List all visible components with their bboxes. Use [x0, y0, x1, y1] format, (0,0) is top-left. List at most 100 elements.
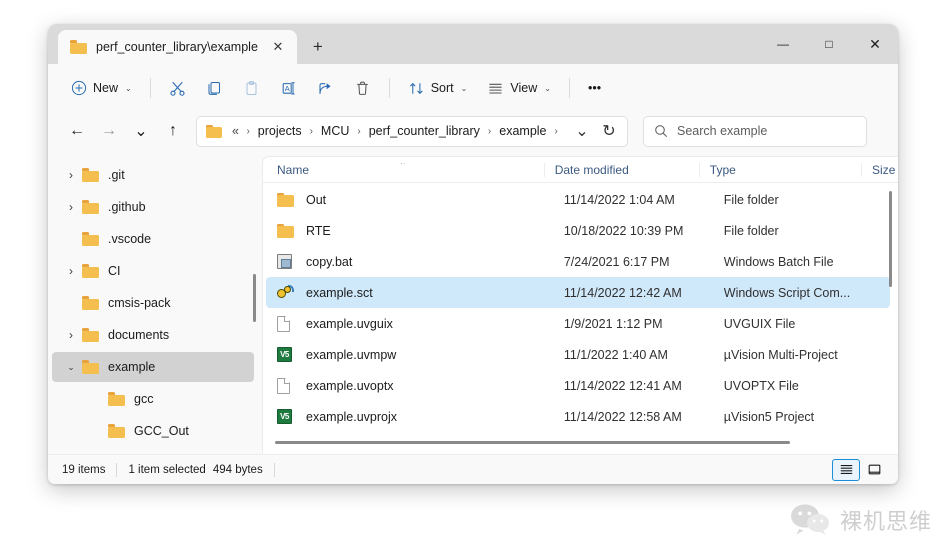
- file-type: UVGUIX File: [724, 317, 890, 331]
- table-row[interactable]: example.sct11/14/2022 12:42 AMWindows Sc…: [266, 277, 890, 308]
- address-dropdown-icon[interactable]: ⌄: [570, 119, 594, 143]
- sidebar-item-label: .github: [108, 200, 146, 214]
- table-row[interactable]: Out11/14/2022 1:04 AMFile folder: [266, 184, 890, 215]
- column-header-type[interactable]: Type: [699, 163, 861, 177]
- large-icons-view-toggle[interactable]: [860, 459, 888, 481]
- column-header-name[interactable]: Name ⌃: [277, 163, 544, 177]
- file-list-horizontal-scrollbar[interactable]: [263, 437, 886, 448]
- minimize-button[interactable]: —: [760, 24, 806, 64]
- wechat-watermark: 裸机思维: [790, 503, 932, 537]
- table-row[interactable]: RTE10/18/2022 10:39 PMFile folder: [266, 215, 890, 246]
- new-tab-button[interactable]: +: [303, 32, 333, 62]
- rename-button[interactable]: A: [271, 72, 306, 104]
- plus-circle-icon: [71, 80, 87, 96]
- folder-icon: [82, 360, 99, 374]
- chevron-down-icon[interactable]: ⌄: [60, 356, 82, 378]
- breadcrumb-example[interactable]: example: [496, 122, 549, 140]
- sort-button[interactable]: Sort ⌄: [399, 72, 477, 104]
- file-date-modified: 11/14/2022 1:04 AM: [564, 193, 724, 207]
- share-icon: [317, 80, 334, 97]
- breadcrumb-perf-counter-library[interactable]: perf_counter_library: [366, 122, 483, 140]
- file-list-vertical-scrollbar[interactable]: [885, 183, 896, 432]
- status-bar: 19 items 1 item selected 494 bytes: [48, 454, 898, 484]
- file-name: copy.bat: [306, 255, 564, 269]
- table-row[interactable]: example.uvguix1/9/2021 1:12 PMUVGUIX Fil…: [266, 308, 890, 339]
- back-button[interactable]: ←: [62, 116, 92, 146]
- column-header-date-modified[interactable]: Date modified: [544, 163, 699, 177]
- document-file-icon: [277, 316, 295, 332]
- search-box[interactable]: Search example: [643, 116, 867, 147]
- sidebar-item-ci[interactable]: ›CI: [52, 256, 254, 286]
- chevron-right-icon[interactable]: ›: [60, 164, 82, 186]
- sidebar-item-cmsis-pack[interactable]: cmsis-pack: [52, 288, 254, 318]
- sidebar-scrollbar[interactable]: [250, 156, 260, 454]
- address-bar[interactable]: « › projects › MCU › perf_counter_librar…: [196, 116, 628, 147]
- uvision-project-icon: V5: [277, 347, 295, 363]
- cut-button[interactable]: [160, 72, 195, 104]
- sidebar-item-example[interactable]: ⌄example: [52, 352, 254, 382]
- sidebar-item-git[interactable]: ›.git: [52, 160, 254, 190]
- breadcrumb-mcu[interactable]: MCU: [318, 122, 352, 140]
- divider: [389, 78, 390, 98]
- new-button-label: New: [93, 81, 118, 95]
- breadcrumb-projects[interactable]: projects: [255, 122, 305, 140]
- maximize-button[interactable]: □: [806, 24, 852, 64]
- folder-icon: [108, 424, 125, 438]
- divider: [150, 78, 151, 98]
- paste-button[interactable]: [234, 72, 269, 104]
- folder-icon: [277, 223, 295, 239]
- view-button-label: View: [510, 81, 537, 95]
- view-button[interactable]: View ⌄: [478, 72, 560, 104]
- sidebar-item-documents[interactable]: ›documents: [52, 320, 254, 350]
- watermark-text: 裸机思维: [840, 504, 932, 536]
- file-list-vertical-scrollbar-thumb[interactable]: [889, 191, 892, 287]
- table-row[interactable]: example.uvoptx11/14/2022 12:41 AMUVOPTX …: [266, 370, 890, 401]
- share-button[interactable]: [308, 72, 343, 104]
- sidebar-scrollbar-thumb[interactable]: [253, 274, 256, 322]
- table-row[interactable]: copy.bat7/24/2021 6:17 PMWindows Batch F…: [266, 246, 890, 277]
- delete-button[interactable]: [345, 72, 380, 104]
- chevron-right-icon[interactable]: ›: [60, 196, 82, 218]
- more-options-button[interactable]: •••: [579, 72, 610, 104]
- chevron-placeholder: [60, 228, 82, 250]
- sort-ascending-icon: ⌃: [399, 163, 407, 171]
- details-view-toggle[interactable]: [832, 459, 860, 481]
- file-type: µVision5 Project: [724, 410, 890, 424]
- file-list-horizontal-scrollbar-thumb[interactable]: [275, 441, 790, 444]
- sidebar-item-github[interactable]: › .github: [52, 192, 254, 222]
- recent-locations-button[interactable]: ⌄: [126, 116, 156, 146]
- chevron-right-icon[interactable]: ›: [60, 260, 82, 282]
- close-tab-icon[interactable]: ✕: [267, 36, 289, 58]
- column-header-size[interactable]: Size: [861, 163, 898, 177]
- file-date-modified: 11/14/2022 12:58 AM: [564, 410, 724, 424]
- folder-icon: [70, 40, 87, 54]
- file-name: example.uvprojx: [306, 410, 564, 424]
- folder-icon: [277, 192, 295, 208]
- folder-icon: [82, 264, 99, 278]
- chevron-down-icon: ⌄: [461, 84, 468, 93]
- chevron-right-icon[interactable]: ›: [60, 324, 82, 346]
- sidebar-item-vscode[interactable]: .vscode: [52, 224, 254, 254]
- sidebar-item-gcc-out[interactable]: GCC_Out: [52, 416, 254, 446]
- refresh-icon[interactable]: ↻: [597, 119, 621, 143]
- script-component-icon: [277, 285, 295, 301]
- forward-button[interactable]: →: [94, 116, 124, 146]
- table-row[interactable]: V5example.uvmpw11/1/2022 1:40 AMµVision …: [266, 339, 890, 370]
- folder-icon: [82, 232, 99, 246]
- search-icon: [654, 124, 668, 138]
- up-button[interactable]: ↑: [158, 116, 188, 146]
- sidebar-item-label: .vscode: [108, 232, 151, 246]
- breadcrumb-separator: ›: [244, 126, 251, 137]
- copy-button[interactable]: [197, 72, 232, 104]
- file-type: Windows Batch File: [724, 255, 890, 269]
- sidebar-item-gcc[interactable]: gcc: [52, 384, 254, 414]
- tab-perf-counter-library-example[interactable]: perf_counter_library\example ✕: [58, 30, 297, 64]
- new-button[interactable]: New ⌄: [62, 72, 141, 104]
- file-date-modified: 7/24/2021 6:17 PM: [564, 255, 724, 269]
- status-item-count: 19 items: [62, 464, 105, 476]
- breadcrumb-overflow[interactable]: «: [229, 122, 241, 140]
- file-date-modified: 10/18/2022 10:39 PM: [564, 224, 724, 238]
- chevron-placeholder: [86, 420, 108, 442]
- table-row[interactable]: V5example.uvprojx11/14/2022 12:58 AMµVis…: [266, 401, 890, 432]
- close-window-button[interactable]: ✕: [852, 24, 898, 64]
